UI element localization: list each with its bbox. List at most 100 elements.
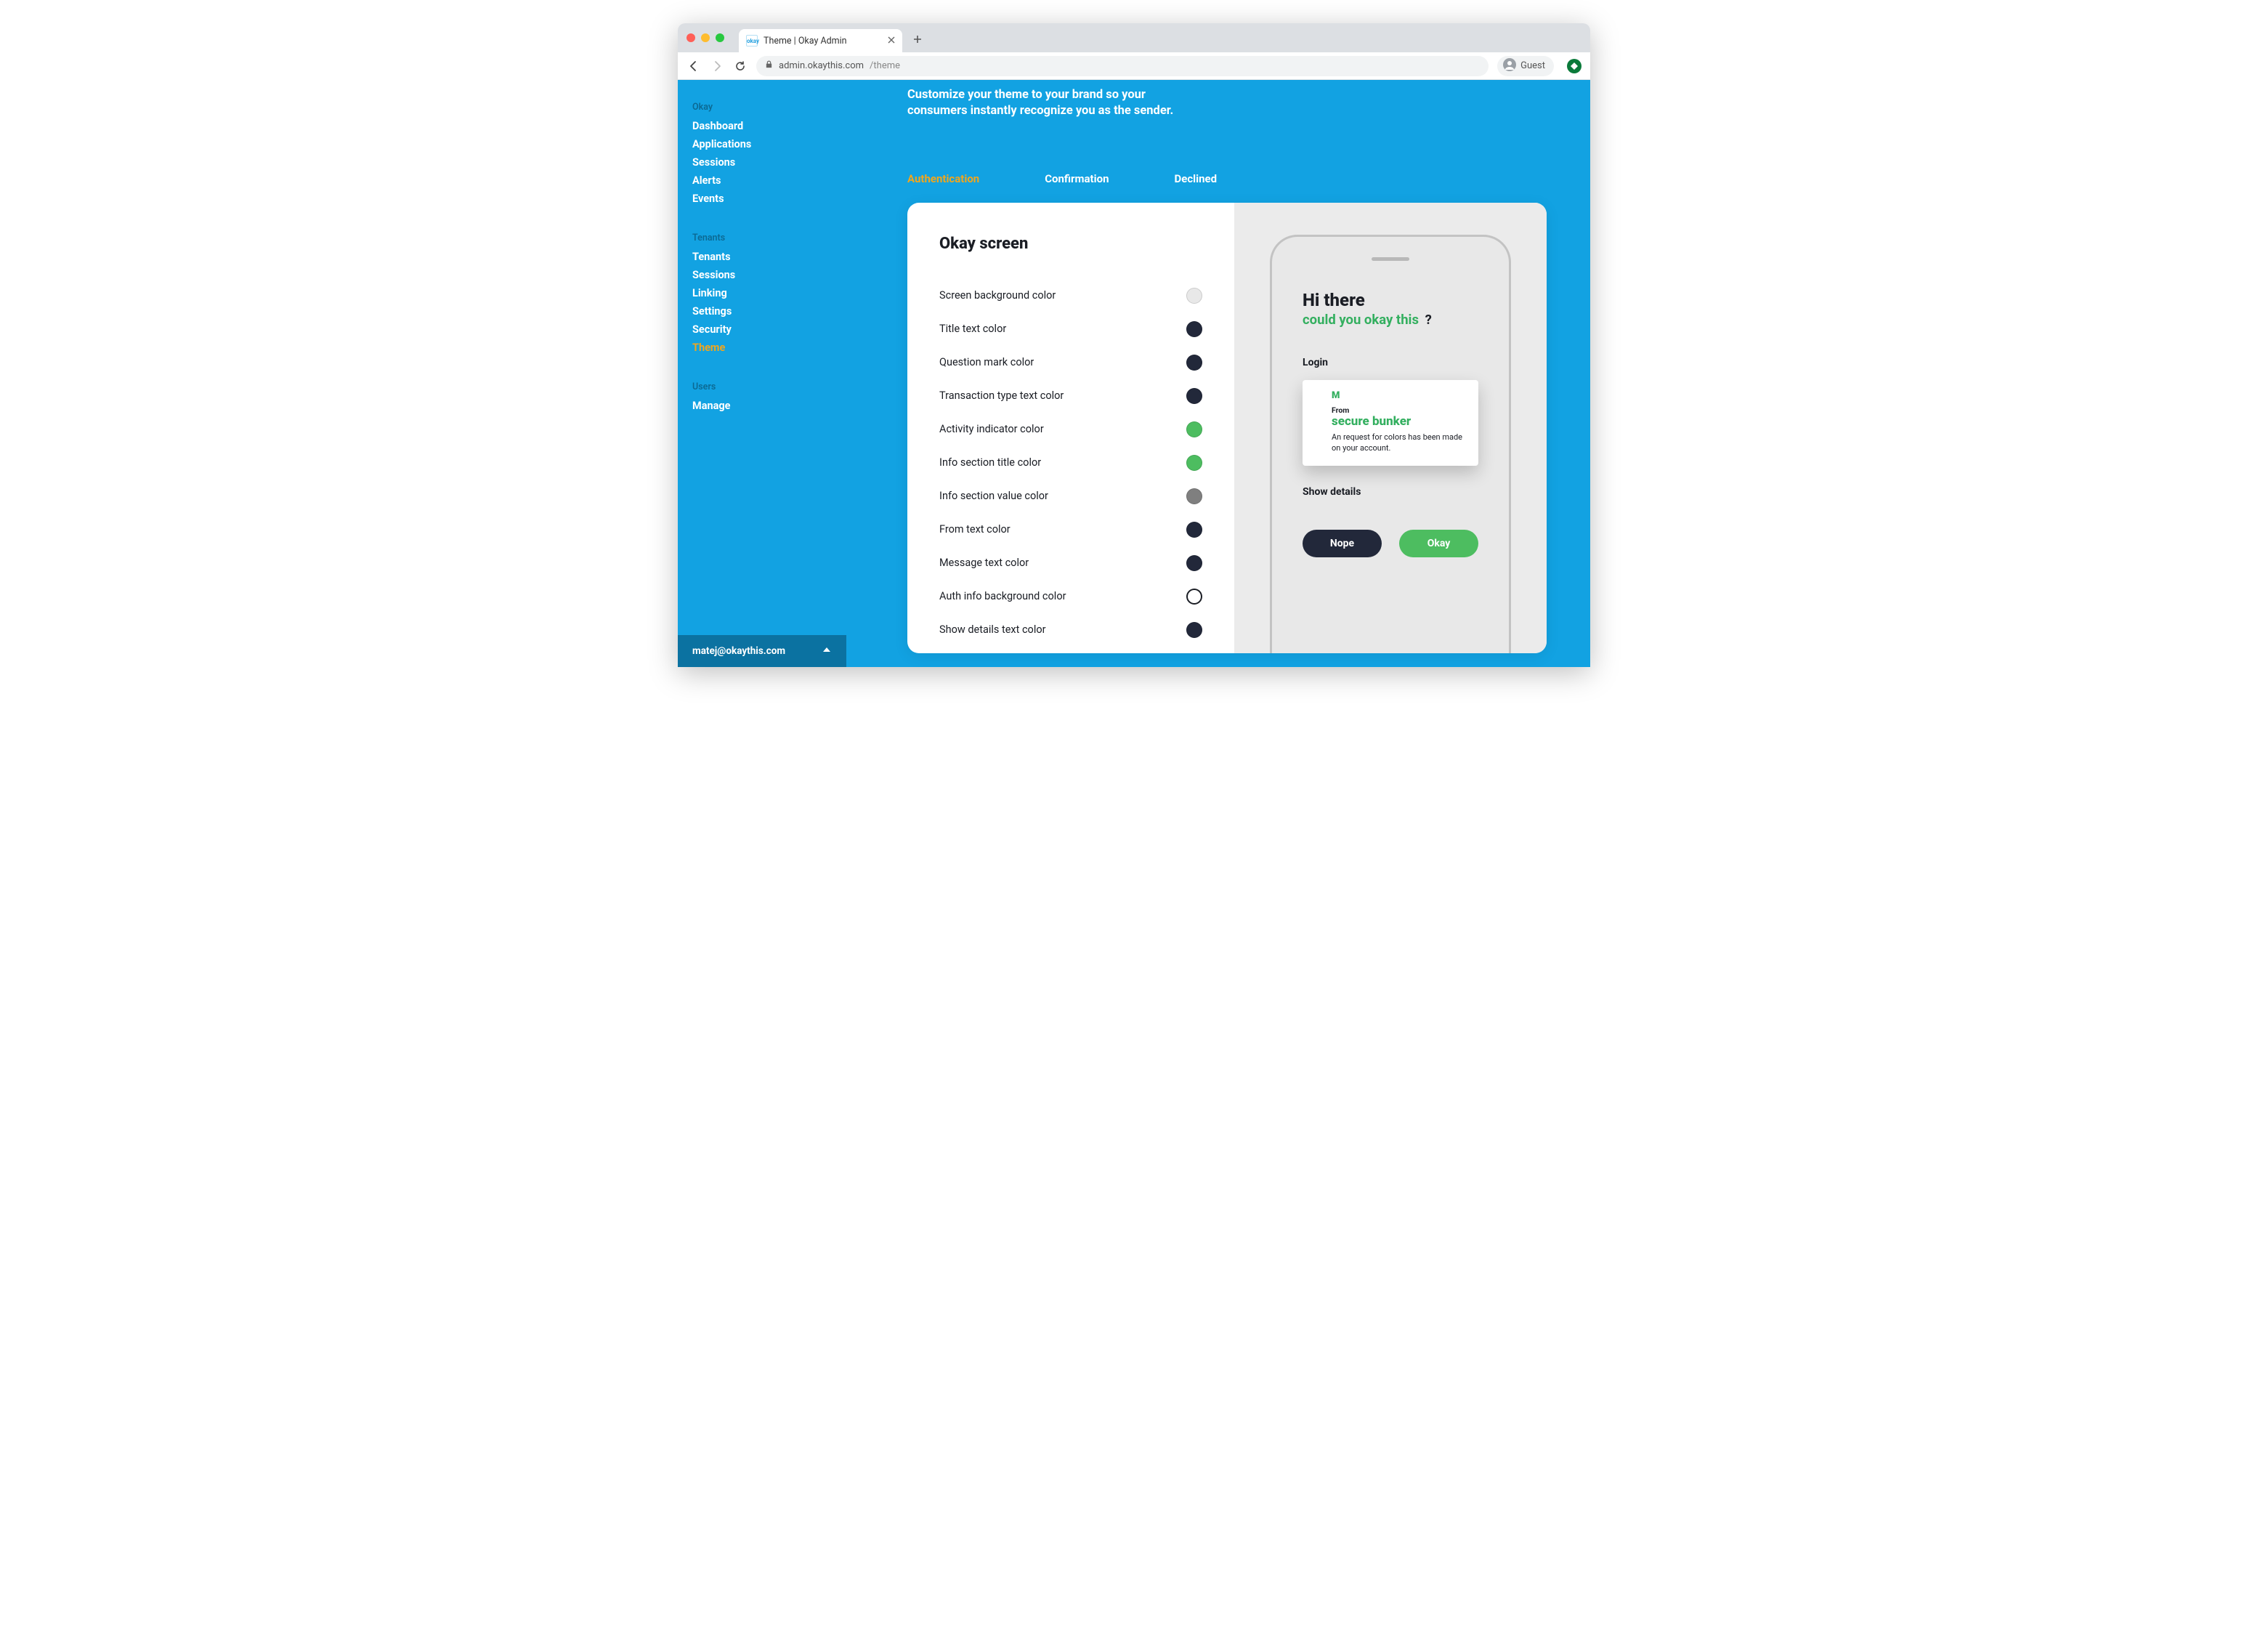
mock-confirm-button[interactable]: Okay <box>1399 530 1478 557</box>
mock-decline-button[interactable]: Nope <box>1303 530 1382 557</box>
tab-authentication[interactable]: Authentication <box>907 172 979 185</box>
sidebar: Okay Dashboard Applications Sessions Ale… <box>678 80 846 667</box>
phone-speaker-icon <box>1372 257 1409 261</box>
nav-reload-button[interactable] <box>733 59 748 73</box>
caret-up-icon <box>822 645 832 658</box>
mock-info-logo-icon: M <box>1332 390 1467 401</box>
main-area: Customize your theme to your brand so yo… <box>846 80 1590 667</box>
color-setting-label: Screen background color <box>939 289 1056 302</box>
color-setting-label: Show details text color <box>939 623 1046 636</box>
extension-icon[interactable] <box>1567 59 1581 73</box>
color-setting-label: Info section title color <box>939 456 1041 469</box>
editor-card: Okay screen Screen background color Title… <box>907 203 1547 653</box>
window-minimize-dot[interactable] <box>701 33 710 42</box>
hero-description: Customize your theme to your brand so yo… <box>907 87 1198 120</box>
url-path: /theme <box>870 60 900 71</box>
color-setting-row: Info section title color <box>939 446 1202 480</box>
sidebar-group-label: Users <box>692 381 832 392</box>
preview-panel: Hi there could you okay this ? Login M F… <box>1234 203 1547 653</box>
color-setting-row: Info section value color <box>939 480 1202 513</box>
color-setting-label: Question mark color <box>939 356 1034 368</box>
window-close-dot[interactable] <box>687 33 695 42</box>
browser-tab[interactable]: okay Theme | Okay Admin <box>739 29 902 52</box>
color-setting-label: From text color <box>939 523 1011 536</box>
settings-panel: Okay screen Screen background color Title… <box>907 203 1234 653</box>
view-tabs: Authentication Confirmation Declined <box>907 172 1547 185</box>
color-setting-row: Auth info background color <box>939 580 1202 613</box>
url-host: admin.okaythis.com <box>779 60 864 71</box>
sidebar-item-tenants[interactable]: Tenants <box>692 248 832 266</box>
color-setting-label: Auth info background color <box>939 590 1066 602</box>
color-swatch[interactable] <box>1186 421 1202 437</box>
color-setting-row: Question mark color <box>939 346 1202 379</box>
mock-info-card: M From secure bunker An request for colo… <box>1303 380 1478 466</box>
profile-label: Guest <box>1520 60 1545 71</box>
window-controls <box>687 33 724 42</box>
browser-window: okay Theme | Okay Admin admin.okaythis.c… <box>678 23 1590 667</box>
sidebar-item-theme[interactable]: Theme <box>692 339 832 357</box>
color-swatch[interactable] <box>1186 488 1202 504</box>
tab-close-icon[interactable] <box>888 36 895 47</box>
mock-show-details[interactable]: Show details <box>1303 486 1478 498</box>
phone-mock: Hi there could you okay this ? Login M F… <box>1270 235 1511 653</box>
sidebar-item-linking[interactable]: Linking <box>692 284 832 302</box>
color-setting-label: Message text color <box>939 557 1029 569</box>
color-setting-row: From text color <box>939 513 1202 546</box>
color-swatch[interactable] <box>1186 355 1202 371</box>
profile-chip[interactable]: Guest <box>1497 56 1554 76</box>
color-setting-label: Activity indicator color <box>939 423 1044 435</box>
color-swatch[interactable] <box>1186 589 1202 605</box>
url-field[interactable]: admin.okaythis.com/theme <box>756 56 1489 76</box>
mock-title: Hi there <box>1303 290 1478 310</box>
nav-back-button[interactable] <box>687 59 701 73</box>
app-viewport: Okay Dashboard Applications Sessions Ale… <box>678 80 1590 667</box>
color-swatch[interactable] <box>1186 622 1202 638</box>
color-swatch[interactable] <box>1186 522 1202 538</box>
color-setting-row: Activity indicator color <box>939 413 1202 446</box>
sidebar-item-settings[interactable]: Settings <box>692 302 832 320</box>
color-setting-row: Message text color <box>939 546 1202 580</box>
browser-tabbar: okay Theme | Okay Admin <box>678 23 1590 52</box>
sidebar-item-sessions2[interactable]: Sessions <box>692 266 832 284</box>
account-email: matej@okaythis.com <box>692 645 785 657</box>
color-swatch[interactable] <box>1186 288 1202 304</box>
sidebar-item-security[interactable]: Security <box>692 320 832 339</box>
nav-forward-button[interactable] <box>710 59 724 73</box>
mock-info-from-value: secure bunker <box>1332 415 1467 429</box>
color-setting-row: Title text color <box>939 312 1202 346</box>
avatar-icon <box>1503 58 1516 74</box>
sidebar-item-manage[interactable]: Manage <box>692 397 832 415</box>
window-zoom-dot[interactable] <box>716 33 724 42</box>
sidebar-item-alerts[interactable]: Alerts <box>692 171 832 190</box>
sidebar-group-label: Okay <box>692 102 832 113</box>
color-swatch[interactable] <box>1186 455 1202 471</box>
mock-transaction-type: Login <box>1303 357 1478 368</box>
lock-icon <box>765 60 773 71</box>
browser-addressbar: admin.okaythis.com/theme Guest <box>678 52 1590 80</box>
sidebar-item-events[interactable]: Events <box>692 190 832 208</box>
color-swatch[interactable] <box>1186 388 1202 404</box>
color-setting-row: Show details text color <box>939 613 1202 647</box>
favicon-icon: okay <box>746 35 758 47</box>
tab-confirmation[interactable]: Confirmation <box>1045 172 1109 185</box>
tab-declined[interactable]: Declined <box>1174 172 1217 185</box>
mock-actions: Nope Okay <box>1303 530 1478 557</box>
panel-title: Okay screen <box>939 235 1202 253</box>
color-setting-label: Transaction type text color <box>939 389 1064 402</box>
sidebar-item-sessions[interactable]: Sessions <box>692 153 832 171</box>
color-setting-label: Title text color <box>939 323 1006 335</box>
color-swatch[interactable] <box>1186 321 1202 337</box>
sidebar-item-applications[interactable]: Applications <box>692 135 832 153</box>
color-swatch[interactable] <box>1186 555 1202 571</box>
account-footer[interactable]: matej@okaythis.com <box>678 635 846 667</box>
color-setting-label: Info section value color <box>939 490 1048 502</box>
sidebar-group-label: Tenants <box>692 233 832 243</box>
mock-info-message: An request for colors has been made on y… <box>1332 432 1467 454</box>
mock-subtitle: could you okay this ? <box>1303 312 1478 328</box>
color-setting-row: Screen background color <box>939 279 1202 312</box>
sidebar-item-dashboard[interactable]: Dashboard <box>692 117 832 135</box>
tab-title: Theme | Okay Admin <box>764 36 847 47</box>
color-setting-row: Transaction type text color <box>939 379 1202 413</box>
new-tab-button[interactable] <box>910 31 926 47</box>
mock-info-from-label: From <box>1332 405 1467 415</box>
